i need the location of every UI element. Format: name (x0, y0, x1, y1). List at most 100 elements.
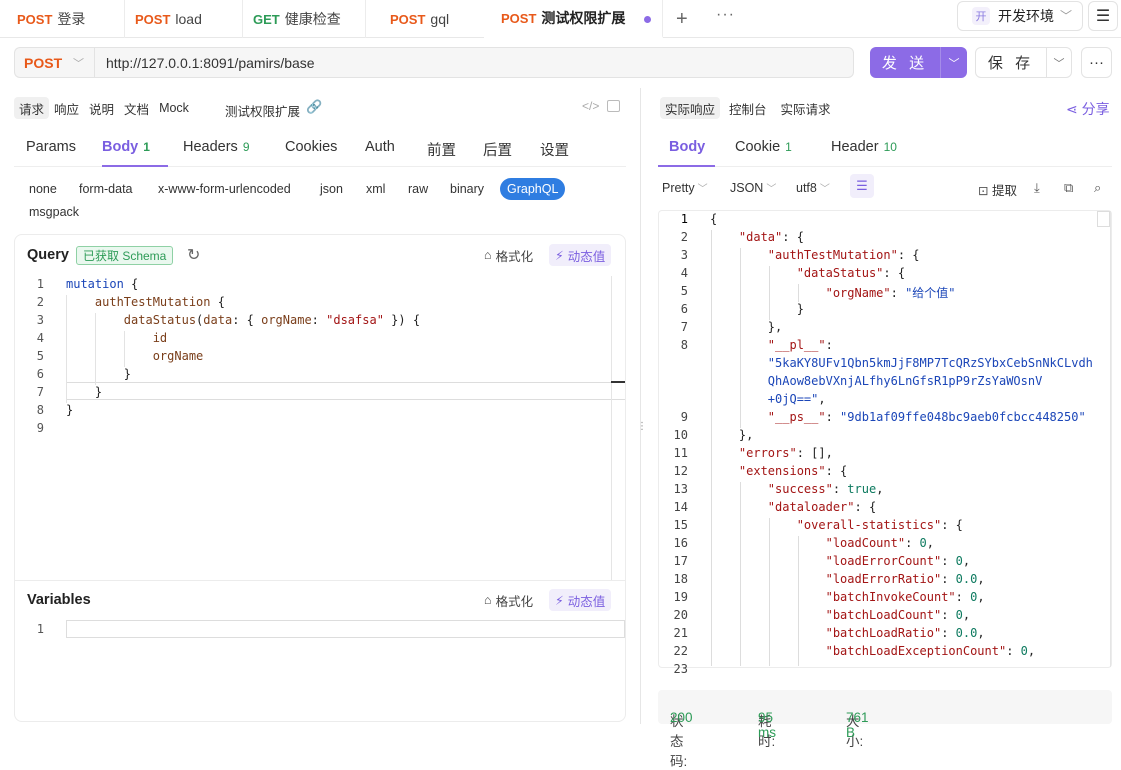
chevron-down-icon[interactable]: ﹀ (1047, 55, 1071, 71)
subtab-actual-request[interactable]: 实际请求 (776, 97, 836, 119)
share-button[interactable]: ⋖ 分享 (1066, 99, 1110, 119)
indent-guide (769, 266, 770, 320)
tab-health-check[interactable]: GET 健康检查 (236, 0, 366, 38)
tab-settings[interactable]: 设置 (540, 139, 569, 167)
line-number: 3 (36, 313, 44, 327)
subtab-description[interactable]: 说明 (84, 97, 119, 119)
body-type-msgpack[interactable]: msgpack (22, 201, 86, 223)
json-line: "success": true, (767, 482, 884, 496)
body-type-urlencoded[interactable]: x-www-form-urlencoded (151, 178, 298, 200)
format-type-select[interactable]: JSON ﹀ (730, 180, 776, 195)
menu-icon[interactable]: ☰ (1088, 1, 1118, 31)
url-input[interactable]: http://127.0.0.1:8091/pamirs/base (94, 47, 854, 78)
tab-cookies[interactable]: Cookies (285, 139, 337, 167)
tab-response-header[interactable]: Header 10 (831, 139, 897, 167)
body-type-graphql[interactable]: GraphQL (500, 178, 566, 200)
panel-divider[interactable] (640, 88, 641, 724)
format-button[interactable]: ⌂ 格式化 (478, 589, 539, 611)
layout-icon[interactable] (607, 100, 620, 112)
scrollbar-track[interactable] (611, 276, 612, 581)
scrollbar-thumb[interactable] (611, 381, 625, 383)
body-type-form-data[interactable]: form-data (72, 178, 140, 200)
dynamic-value-button[interactable]: ⚡ 动态值 (549, 589, 612, 611)
tab-pre[interactable]: 前置 (427, 139, 456, 167)
scrollbar-thumb[interactable] (1097, 211, 1110, 227)
tab-response-cookie[interactable]: Cookie 1 (735, 139, 792, 167)
tab-label: load (175, 11, 202, 27)
tab-load[interactable]: POST load (118, 0, 243, 38)
magic-wand-icon: ⚡ (555, 593, 564, 608)
copy-icon[interactable]: ⧉ (1064, 180, 1073, 196)
variables-editor[interactable] (66, 620, 625, 638)
subtab-response[interactable]: 响应 (49, 97, 84, 119)
line-number: 4 (680, 266, 688, 280)
divider (15, 580, 625, 581)
line-number: 10 (673, 428, 688, 442)
response-format-toolbar: Pretty ﹀ JSON ﹀ utf8 ﹀ ☰ ⊡ 提取 ⤓ ⧉ ⌕ (658, 174, 1112, 200)
download-icon[interactable]: ⤓ (1034, 180, 1040, 196)
chevron-down-icon[interactable]: ﹀ (941, 55, 967, 71)
status-code-value: 200 (670, 710, 693, 725)
code-line: } (66, 385, 103, 399)
json-line: "5kaKY8UFv1Qbn5kmJjF8MP7TcQRzSYbxCebSnNk… (767, 356, 1093, 370)
tab-label: gql (430, 11, 450, 27)
more-tabs-icon[interactable]: ··· (716, 6, 735, 24)
json-line: "extensions": { (738, 464, 848, 478)
tab-post[interactable]: 后置 (483, 139, 512, 167)
save-button[interactable]: 保 存 ﹀ (975, 47, 1072, 78)
environment-select[interactable]: 开开发环境 ﹀ (957, 1, 1083, 31)
body-type-json[interactable]: json (313, 178, 350, 200)
pretty-select[interactable]: Pretty ﹀ (662, 180, 708, 195)
chevron-down-icon: ﹀ (819, 184, 830, 195)
format-icon: ⌂ (484, 593, 492, 607)
tab-gql[interactable]: POST gql (373, 0, 491, 38)
body-type-raw[interactable]: raw (401, 178, 435, 200)
extract-icon: ⊡ (978, 184, 992, 198)
line-number: 6 (36, 367, 44, 381)
tab-headers[interactable]: Headers 9 (183, 139, 250, 167)
format-button[interactable]: ⌂ 格式化 (478, 244, 539, 266)
encoding-select[interactable]: utf8 ﹀ (796, 180, 830, 195)
body-type-binary[interactable]: binary (443, 178, 491, 200)
subtab-actual-response[interactable]: 实际响应 (660, 97, 721, 119)
tab-response-body[interactable]: Body (658, 139, 715, 167)
link-icon[interactable]: 🔗 (306, 99, 322, 115)
method-select[interactable]: POST ﹀ (14, 47, 94, 78)
request-section-tabs: Params Body 1 Headers 9 Cookies Auth 前置 后置… (14, 132, 626, 167)
drag-handle-icon[interactable]: ⋮ (637, 422, 647, 432)
indent-guide (798, 284, 799, 302)
tab-label: Cookie (735, 139, 781, 155)
time-value: 95 ms (758, 710, 776, 740)
code-line: } (66, 367, 132, 381)
json-line: "dataloader": { (767, 500, 877, 514)
line-number: 7 (680, 320, 688, 334)
extract-button[interactable]: ⊡ 提取 (978, 180, 1017, 199)
tab-params[interactable]: Params (26, 139, 76, 167)
tab-body[interactable]: Body 1 (102, 139, 168, 167)
subtab-request[interactable]: 请求 (14, 97, 50, 119)
wrap-lines-icon[interactable]: ☰ (850, 174, 874, 198)
search-icon[interactable]: ⌕ (1094, 180, 1101, 196)
code-line: id (152, 331, 168, 345)
tab-auth[interactable]: Auth (365, 139, 395, 167)
add-tab-icon[interactable]: + (676, 9, 688, 29)
subtab-console[interactable]: 控制台 (724, 97, 772, 119)
more-actions-icon[interactable]: ··· (1081, 47, 1112, 78)
tab-login[interactable]: POST 登录 (0, 0, 125, 38)
tab-test-permission[interactable]: POST 测试权限扩展 (484, 0, 663, 38)
line-number: 9 (36, 421, 44, 435)
tab-label: Body (102, 139, 139, 155)
subtab-docs[interactable]: 文档 (119, 97, 154, 119)
subtab-mock[interactable]: Mock (154, 97, 194, 119)
dynamic-value-button[interactable]: ⚡ 动态值 (549, 244, 612, 266)
scrollbar-track[interactable] (1110, 211, 1111, 667)
code-icon[interactable]: </> (582, 99, 599, 113)
env-label: 开发环境 (998, 8, 1054, 24)
send-button[interactable]: 发 送 ﹀ (870, 47, 967, 78)
body-type-none[interactable]: none (22, 178, 64, 200)
indent-guide (740, 482, 741, 666)
refresh-icon[interactable]: ↻ (187, 245, 200, 265)
body-type-xml[interactable]: xml (359, 178, 392, 200)
dynamic-label: 动态值 (567, 249, 606, 264)
line-number: 1 (36, 277, 44, 291)
